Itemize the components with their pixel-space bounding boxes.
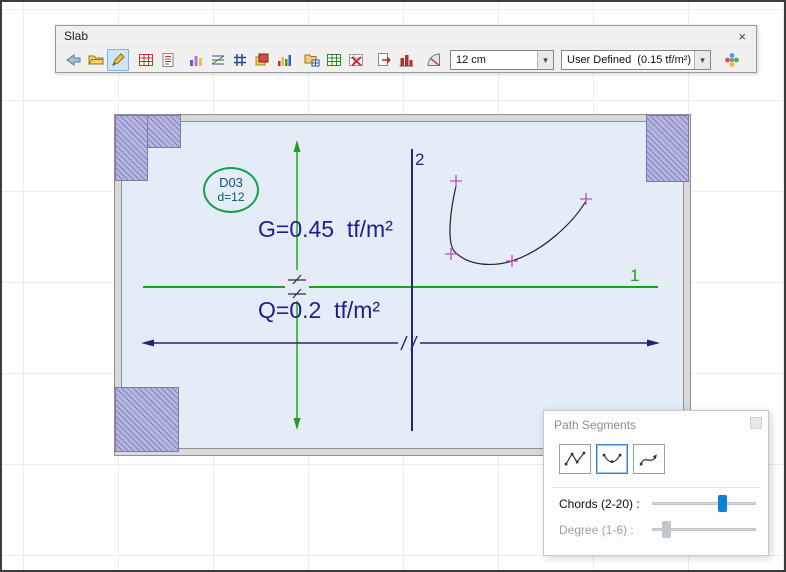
export-page-button[interactable] [373, 49, 395, 71]
degree-label: Degree (1-6) : [559, 523, 634, 537]
mesh-icon [232, 52, 248, 68]
thickness-combobox[interactable]: 12 cm ▾ [450, 50, 554, 70]
open-folder-button[interactable] [85, 49, 107, 71]
load-chart-icon [188, 52, 204, 68]
protractor-button[interactable] [423, 49, 445, 71]
settings-flower-icon [724, 52, 740, 68]
delete-table-button[interactable] [345, 49, 367, 71]
dead-load-text: G=0.45 tf/m² [258, 216, 393, 243]
folder-grid-button[interactable] [301, 49, 323, 71]
load-value: User Defined (0.15 tf/m²) [562, 54, 694, 66]
slab-table-icon [138, 52, 154, 68]
chevron-down-icon[interactable]: ▾ [537, 51, 553, 69]
application-window: 1 2 D03 d=12 G=0.45 tf/m² Q=0.2 tf/m² Sl… [0, 0, 786, 572]
pan-arrow-button[interactable] [63, 49, 85, 71]
arc-segment-button[interactable] [596, 444, 628, 474]
slab-layers-icon [254, 52, 270, 68]
load-chart-button[interactable] [185, 49, 207, 71]
path-segments-panel[interactable]: Path Segments Chords (2-20) : [543, 410, 769, 556]
slab-mark-id: D03 [219, 176, 243, 190]
settings-button[interactable] [721, 49, 743, 71]
pan-arrow-icon [66, 52, 82, 68]
draw-slab-icon [110, 52, 126, 68]
degree-slider[interactable] [652, 520, 756, 538]
chevron-down-icon[interactable]: ▾ [694, 51, 710, 69]
insert-table-icon [326, 52, 342, 68]
results-histogram-icon [276, 52, 292, 68]
slab-load-text: G=0.45 tf/m² Q=0.2 tf/m² [258, 162, 393, 378]
slab-mark-depth: d=12 [217, 190, 244, 204]
live-load-text: Q=0.2 tf/m² [258, 297, 393, 324]
chords-slider-track[interactable] [652, 502, 756, 505]
load-combobox[interactable]: User Defined (0.15 tf/m²) ▾ [561, 50, 711, 70]
draw-slab-button[interactable] [107, 49, 129, 71]
slab-levels-button[interactable] [207, 49, 229, 71]
polyline-segment-button[interactable] [559, 444, 591, 474]
spline-segment-button[interactable] [633, 444, 665, 474]
slab-report-icon [160, 52, 176, 68]
columns-chart-button[interactable] [395, 49, 417, 71]
delete-table-icon [348, 52, 364, 68]
slab-mark-bubble[interactable]: D03 d=12 [203, 167, 259, 213]
thickness-value: 12 cm [451, 54, 537, 66]
open-folder-icon [88, 52, 104, 68]
chords-slider[interactable] [652, 494, 756, 512]
slab-toolbar-window[interactable]: Slab × 12 cm [55, 25, 757, 73]
slab-report-button[interactable] [157, 49, 179, 71]
mesh-button[interactable] [229, 49, 251, 71]
chords-label: Chords (2-20) : [559, 497, 640, 511]
slab-table-button[interactable] [135, 49, 157, 71]
insert-table-button[interactable] [323, 49, 345, 71]
polyline-icon [564, 450, 586, 468]
slab-window-titlebar[interactable]: Slab × [56, 26, 756, 46]
protractor-icon [426, 52, 442, 68]
close-icon[interactable]: × [736, 29, 748, 44]
panel-divider [552, 487, 760, 488]
column-bottom-left[interactable] [115, 387, 179, 452]
chords-slider-thumb[interactable] [718, 495, 727, 512]
export-page-icon [376, 52, 392, 68]
arc-icon [601, 450, 623, 468]
spline-arrow-icon [638, 450, 660, 468]
results-histogram-button[interactable] [273, 49, 295, 71]
slab-levels-icon [210, 52, 226, 68]
panel-close-button[interactable] [750, 417, 762, 429]
degree-slider-thumb[interactable] [662, 521, 671, 538]
slab-outline[interactable] [115, 115, 690, 455]
column-top-left-vertical[interactable] [115, 115, 148, 181]
folder-grid-icon [304, 52, 320, 68]
slab-layers-button[interactable] [251, 49, 273, 71]
window-title: Slab [64, 29, 736, 43]
column-top-right[interactable] [646, 115, 689, 182]
panel-title: Path Segments [554, 418, 636, 432]
slab-toolbar: 12 cm ▾ User Defined (0.15 tf/m²) ▾ [56, 46, 756, 73]
columns-chart-icon [398, 52, 414, 68]
